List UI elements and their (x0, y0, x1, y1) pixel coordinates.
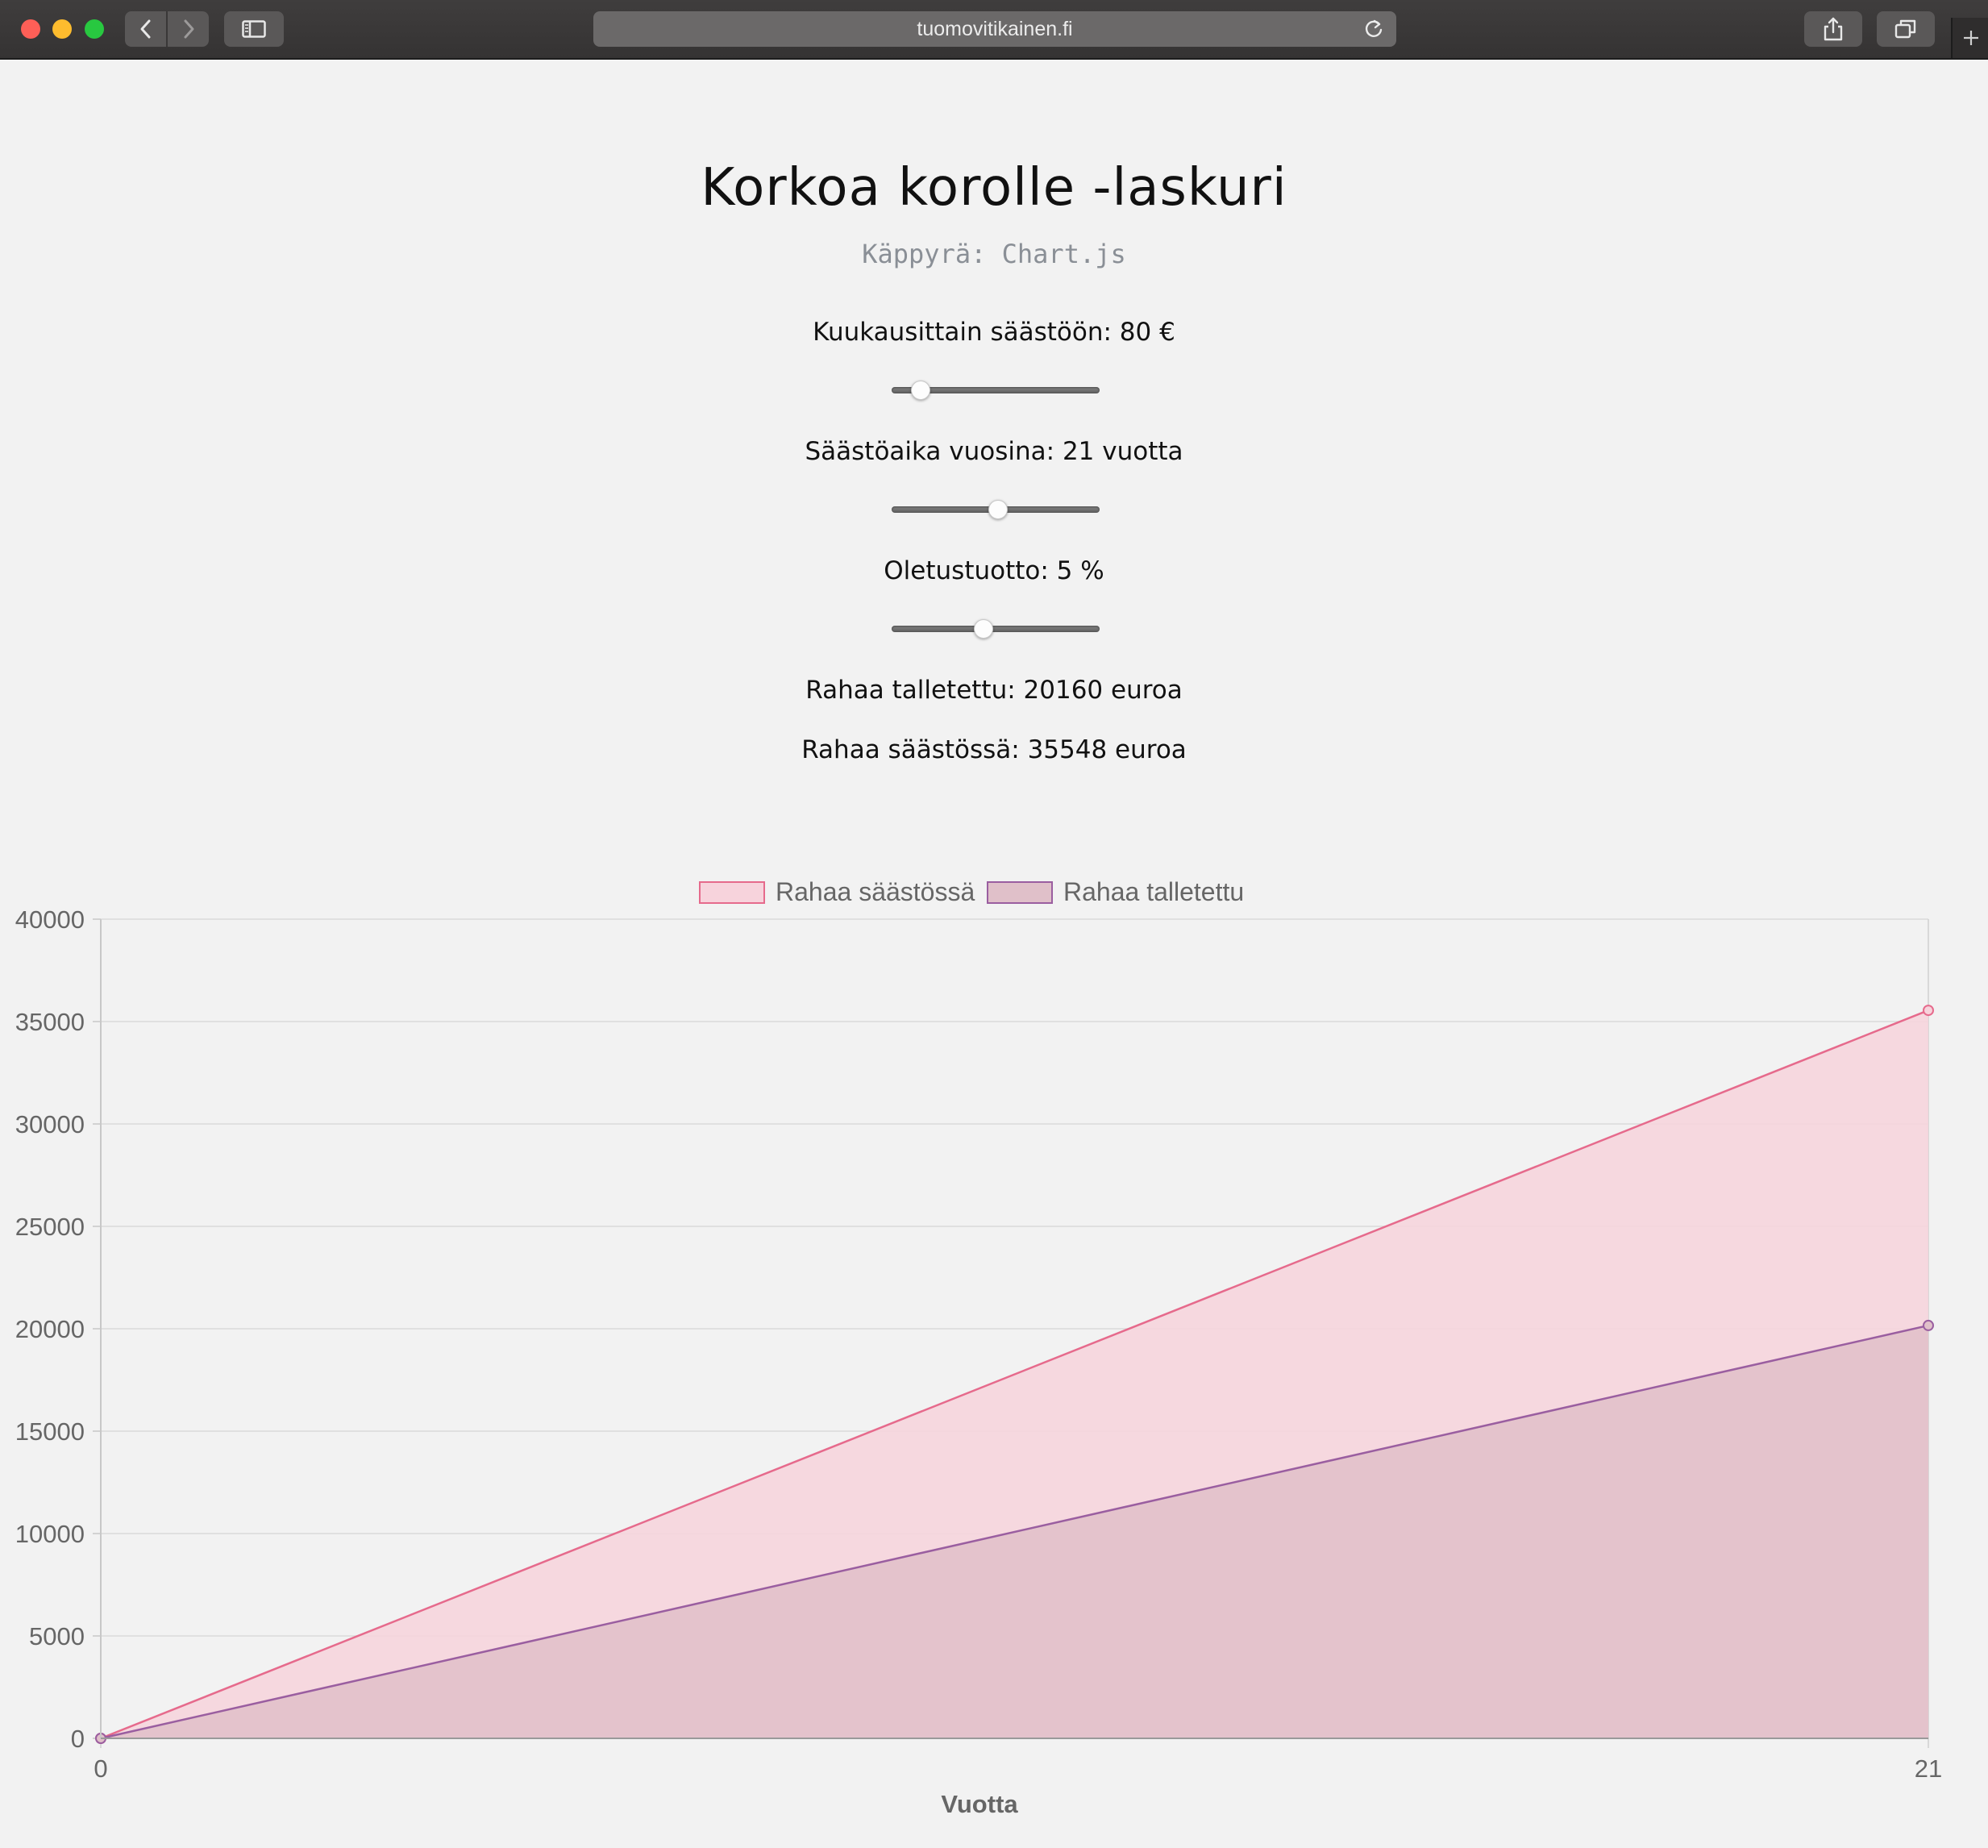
page-subtitle: Käppyrä: Chart.js (862, 239, 1126, 269)
new-tab-button[interactable] (1951, 18, 1988, 58)
share-button[interactable] (1804, 11, 1862, 47)
y-tick-label: 30000 (15, 1110, 85, 1138)
url-text: tuomovitikainen.fi (917, 18, 1073, 40)
data-point (1923, 1319, 1934, 1331)
monthly-savings-slider-thumb[interactable] (911, 381, 931, 400)
legend-label: Rahaa säästössä (776, 877, 975, 906)
y-tick-label: 25000 (15, 1213, 85, 1241)
minimize-window-button[interactable] (52, 19, 72, 39)
address-bar[interactable]: tuomovitikainen.fi (593, 11, 1396, 47)
legend-label: Rahaa talletettu (1063, 877, 1244, 906)
savings-chart: 0 5000 10000 15000 20000 25000 30000 35000 40000… (15, 877, 1942, 1818)
data-point (1923, 1005, 1934, 1017)
page-title: Korkoa korolle -laskuri (701, 158, 1287, 218)
expected-return-label: Oletustuotto: 5 % (884, 556, 1104, 585)
back-button[interactable] (125, 11, 168, 47)
browser-window: tuomovitikainen.fi Korkoa korolle -lasku… (0, 0, 1988, 1848)
plus-icon (1964, 31, 1978, 45)
chevron-right-icon (184, 19, 193, 39)
forward-button[interactable] (168, 11, 209, 47)
savings-years-slider-thumb[interactable] (988, 500, 1008, 519)
sidebar-icon (242, 20, 266, 38)
maximize-window-button[interactable] (85, 19, 104, 39)
savings-years-label: Säästöaika vuosina: 21 vuotta (805, 437, 1183, 466)
x-tick-label: 0 (94, 1754, 107, 1783)
expected-return-slider-thumb[interactable] (973, 619, 993, 639)
money-saved-text: Rahaa säästössä: 35548 euroa (801, 735, 1187, 764)
expected-return-slider[interactable] (892, 619, 1100, 639)
tabs-icon (1894, 19, 1916, 39)
close-window-button[interactable] (21, 19, 40, 39)
x-tick-label: 21 (1915, 1754, 1942, 1783)
sidebar-toggle-button[interactable] (224, 11, 284, 47)
y-tick-label: 10000 (15, 1520, 85, 1548)
legend-swatch (987, 881, 1053, 904)
navigation-buttons (125, 11, 209, 47)
share-icon (1824, 17, 1843, 41)
browser-toolbar: tuomovitikainen.fi (0, 0, 1988, 60)
y-tick-label: 0 (71, 1725, 85, 1753)
chevron-left-icon (140, 19, 150, 39)
monthly-savings-slider[interactable] (892, 381, 1100, 400)
monthly-savings-label: Kuukausittain säästöön: 80 € (813, 318, 1175, 347)
y-tick-label: 5000 (29, 1622, 85, 1650)
legend-swatch (699, 881, 765, 904)
y-tick-label: 15000 (15, 1417, 85, 1446)
savings-years-slider[interactable] (892, 500, 1100, 519)
y-tick-label: 20000 (15, 1315, 85, 1343)
y-tick-label: 35000 (15, 1008, 85, 1036)
money-deposited-text: Rahaa talletettu: 20160 euroa (805, 676, 1183, 705)
tab-overview-button[interactable] (1877, 11, 1935, 47)
reload-icon[interactable] (1362, 18, 1385, 40)
y-tick-label: 40000 (15, 905, 85, 934)
x-axis-title: Vuotta (941, 1790, 1018, 1818)
